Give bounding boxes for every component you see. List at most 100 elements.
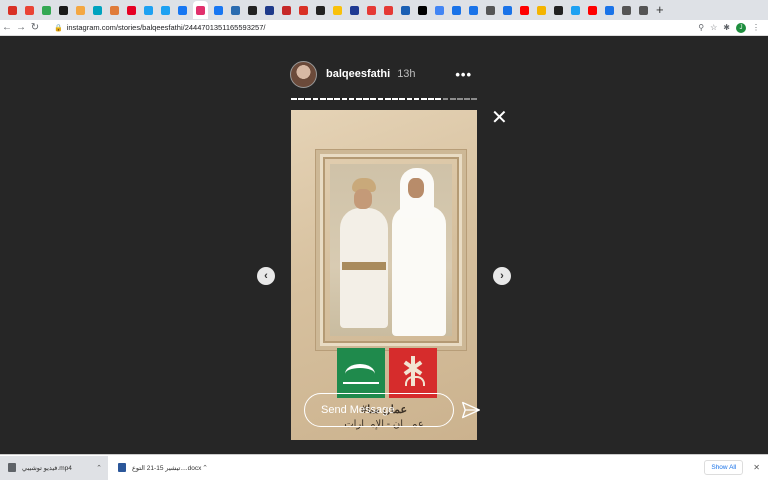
browser-tab[interactable] <box>416 1 429 19</box>
browser-tab[interactable] <box>297 1 310 19</box>
more-options-icon[interactable]: ••• <box>455 67 472 82</box>
favicon-icon <box>401 5 410 15</box>
browser-tab[interactable] <box>331 1 344 19</box>
progress-segment <box>319 98 326 100</box>
browser-tab[interactable] <box>40 1 53 19</box>
browser-tab[interactable] <box>552 1 565 19</box>
browser-tab[interactable] <box>518 1 531 19</box>
progress-segment <box>406 98 413 100</box>
ornamental-frame <box>315 149 467 351</box>
profile-avatar[interactable]: J <box>736 22 746 33</box>
browser-tab[interactable] <box>193 1 208 19</box>
browser-tab[interactable] <box>399 1 412 19</box>
browser-tab[interactable] <box>603 1 616 19</box>
browser-tab[interactable] <box>23 1 36 19</box>
browser-tab[interactable] <box>433 1 446 19</box>
browser-tab[interactable] <box>159 1 172 19</box>
browser-tab[interactable] <box>501 1 514 19</box>
reload-icon[interactable]: ↻ <box>28 22 42 33</box>
browser-tab[interactable] <box>91 1 104 19</box>
bookmark-star-icon[interactable]: ☆ <box>710 23 717 32</box>
favicon-icon <box>299 5 308 15</box>
progress-segment <box>370 98 377 100</box>
avatar[interactable] <box>290 60 317 88</box>
browser-tab[interactable] <box>450 1 463 19</box>
oman-emblem-icon <box>389 348 437 398</box>
browser-tab[interactable] <box>176 1 189 19</box>
browser-tab[interactable] <box>535 1 548 19</box>
progress-segment <box>377 98 384 100</box>
favicon-icon <box>127 5 136 15</box>
favicon-icon <box>503 5 512 15</box>
downloads-bar: فيديو توشيبي.mp4 ⌃ تيشير 15-21 التوع....… <box>0 454 768 480</box>
chevron-up-icon[interactable]: ⌃ <box>202 464 208 472</box>
chevron-up-icon[interactable]: ⌃ <box>96 464 102 472</box>
progress-segment <box>457 98 463 100</box>
lock-icon[interactable]: 🔒 <box>54 24 63 32</box>
browser-tab[interactable] <box>484 1 497 19</box>
story-viewer: balqeesfathi 13h ••• ✕ ‹ › #عمان منا عمـ… <box>0 36 768 454</box>
story-header: balqeesfathi 13h ••• <box>290 60 480 88</box>
download-item[interactable]: فيديو توشيبي.mp4 ⌃ <box>0 455 108 480</box>
browser-tab[interactable] <box>6 1 19 19</box>
browser-tab[interactable] <box>467 1 480 19</box>
browser-tab[interactable] <box>365 1 378 19</box>
figure-right <box>388 168 448 336</box>
story-image[interactable]: #عمان منا عمـــان - الإمــارات <box>291 110 477 440</box>
browser-tab[interactable] <box>125 1 138 19</box>
address-bar[interactable]: instagram.com/stories/balqeesfathi/24447… <box>67 23 699 32</box>
browser-tab[interactable] <box>382 1 395 19</box>
show-all-button[interactable]: Show All <box>704 460 744 475</box>
progress-segment <box>428 98 434 100</box>
browser-tab[interactable] <box>212 1 225 19</box>
progress-segment <box>413 98 420 100</box>
extensions-icon[interactable]: ✱ <box>723 23 730 32</box>
flags-emblems <box>337 348 437 398</box>
send-icon[interactable] <box>461 400 481 420</box>
favicon-icon <box>435 5 444 15</box>
progress-segment <box>464 98 470 100</box>
browser-tab[interactable] <box>620 1 633 19</box>
close-icon[interactable]: ✕ <box>491 108 508 128</box>
favicon-icon <box>161 5 170 15</box>
story-username[interactable]: balqeesfathi <box>326 68 390 80</box>
story-progress-bar <box>291 98 478 100</box>
send-message-input[interactable]: Send Message <box>304 393 454 427</box>
browser-tab[interactable] <box>569 1 582 19</box>
forward-arrow-icon[interactable]: → <box>14 22 28 33</box>
leaders-photo <box>330 164 452 336</box>
back-arrow-icon[interactable]: ← <box>0 22 14 33</box>
favicon-icon <box>452 5 461 15</box>
new-tab-button[interactable]: + <box>656 1 664 19</box>
browser-tab[interactable] <box>142 1 155 19</box>
browser-tab[interactable] <box>246 1 259 19</box>
close-icon[interactable]: ✕ <box>753 463 760 472</box>
favicon-icon <box>42 5 51 15</box>
browser-tab[interactable] <box>57 1 70 19</box>
zoom-icon[interactable]: ⚲ <box>698 23 704 32</box>
progress-segment <box>334 98 341 100</box>
browser-tab[interactable] <box>280 1 293 19</box>
favicon-icon <box>110 5 119 15</box>
menu-dots-icon[interactable]: ⋮ <box>752 23 760 32</box>
browser-tab[interactable] <box>314 1 327 19</box>
toolbar-actions: ⚲ ☆ ✱ J ⋮ <box>698 22 760 33</box>
download-item[interactable]: تيشير 15-21 التوع....docx ⌃ <box>110 456 214 480</box>
browser-tab[interactable] <box>229 1 242 19</box>
browser-tab[interactable] <box>637 1 650 19</box>
browser-tab[interactable] <box>263 1 276 19</box>
browser-tab[interactable] <box>108 1 121 19</box>
browser-tab[interactable] <box>348 1 361 19</box>
favicon-icon <box>93 5 102 15</box>
video-file-icon <box>8 463 16 472</box>
progress-segment <box>384 98 391 100</box>
favicon-icon <box>144 5 153 15</box>
progress-segment <box>327 98 333 100</box>
browser-tab[interactable] <box>74 1 87 19</box>
next-story-button[interactable]: › <box>493 267 511 285</box>
progress-segment <box>312 98 319 100</box>
previous-story-button[interactable]: ‹ <box>257 267 275 285</box>
browser-tab[interactable] <box>586 1 599 19</box>
favicon-icon <box>25 5 34 15</box>
favicon-icon <box>231 5 240 15</box>
